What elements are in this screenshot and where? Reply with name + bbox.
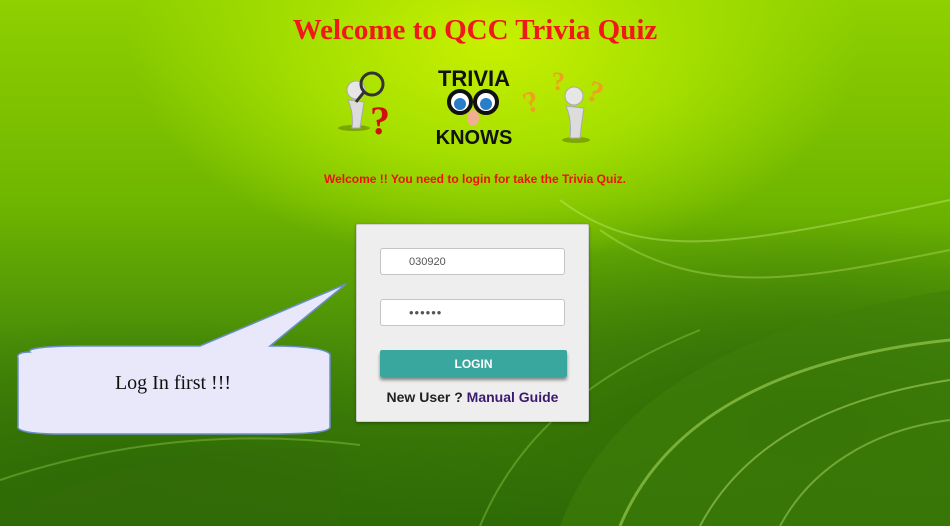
svg-text:TRIVIA: TRIVIA — [438, 66, 510, 91]
thinking-question-figure-icon: ? ? ? — [519, 67, 608, 143]
manual-guide-link[interactable]: Manual Guide — [467, 389, 559, 405]
callout-bubble — [16, 283, 347, 435]
password-input[interactable] — [380, 299, 565, 326]
svg-text:?: ? — [519, 84, 544, 120]
new-user-label: New User ? — [386, 389, 463, 405]
login-form: LOGIN New User ? Manual Guide — [356, 224, 589, 422]
signup-line: New User ? Manual Guide — [357, 389, 588, 405]
svg-text:?: ? — [583, 74, 608, 110]
callout-text: Log In first !!! — [114, 372, 232, 394]
username-input[interactable] — [380, 248, 565, 275]
login-notice: Welcome !! You need to login for take th… — [323, 172, 627, 186]
svg-text:?: ? — [552, 67, 565, 96]
svg-text:KNOWS: KNOWS — [436, 127, 513, 149]
svg-text:?: ? — [370, 98, 390, 143]
trivia-knows-logo: TRIVIA KNOWS — [436, 66, 513, 149]
login-button[interactable]: LOGIN — [380, 350, 567, 377]
page-title: Welcome to QCC Trivia Quiz — [292, 14, 658, 46]
trivia-knows-banner: ? TRIVIA KNOWS ? ? ? — [338, 66, 608, 149]
magnifier-question-figure-icon: ? — [338, 71, 390, 143]
